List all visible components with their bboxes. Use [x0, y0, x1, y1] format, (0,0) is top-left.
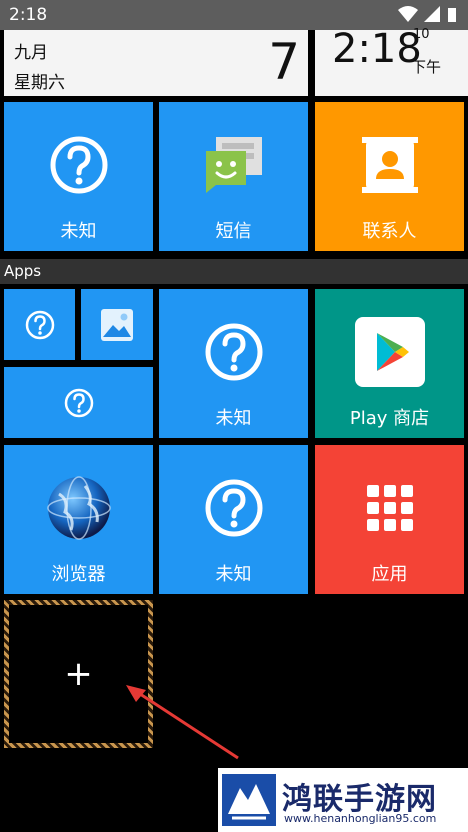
tile-label: 浏览器 [51, 564, 106, 585]
tile-small-gallery[interactable] [81, 289, 153, 360]
status-time: 2:18 [9, 5, 48, 25]
clock-ampm: 下午 [411, 58, 442, 76]
tile-small-unknown[interactable] [4, 289, 75, 360]
clock-widget[interactable]: 2:18 10 下午 [315, 26, 468, 96]
tile-label: 未知 [215, 564, 252, 585]
question-icon [64, 388, 93, 417]
arrow-annotation [126, 685, 239, 760]
tile-unknown[interactable]: 未知 [159, 445, 308, 594]
tile-browser[interactable]: 浏览器 [4, 445, 153, 594]
clock-time: 2:18 [332, 26, 422, 72]
tile-label: Play 商店 [349, 408, 430, 429]
gallery-icon [101, 308, 133, 341]
tile-contacts[interactable]: 联系人 [315, 102, 464, 251]
play-store-icon [354, 316, 425, 387]
date-widget[interactable]: 九月 星期六 7 [4, 30, 308, 96]
watermark-url: www.henanhonglian95.com [284, 812, 437, 825]
apps-grid-icon [366, 484, 413, 531]
watermark-logo [222, 774, 276, 826]
tile-label: 短信 [215, 221, 252, 242]
wifi-icon [398, 6, 456, 22]
tile-label: 应用 [371, 564, 408, 585]
clock-seconds: 10 [413, 27, 430, 42]
question-icon [205, 323, 262, 380]
tile-apps[interactable]: 应用 [315, 445, 464, 594]
tile-unknown[interactable]: 未知 [4, 102, 153, 251]
question-icon [50, 136, 107, 193]
sms-icon [205, 136, 262, 193]
tile-wide-unknown[interactable] [4, 367, 153, 438]
watermark: 鸿联手游网 www.henanhonglian95.com [218, 768, 468, 832]
weekday-label: 星期六 [14, 73, 65, 93]
tile-label: 未知 [60, 221, 97, 242]
month-label: 九月 [14, 43, 48, 63]
question-icon [25, 310, 54, 339]
tile-sms[interactable]: 短信 [159, 102, 308, 251]
apps-label: Apps [4, 262, 42, 280]
tile-play-store[interactable]: Play 商店 [315, 289, 464, 438]
question-icon [205, 479, 262, 536]
tile-label: 联系人 [362, 221, 417, 242]
tile-label: 未知 [215, 408, 252, 429]
contacts-icon [361, 136, 418, 193]
tile-unknown[interactable]: 未知 [159, 289, 308, 438]
globe-icon [46, 475, 111, 540]
day-number: 7 [268, 33, 300, 91]
apps-section-header: Apps [0, 259, 468, 284]
